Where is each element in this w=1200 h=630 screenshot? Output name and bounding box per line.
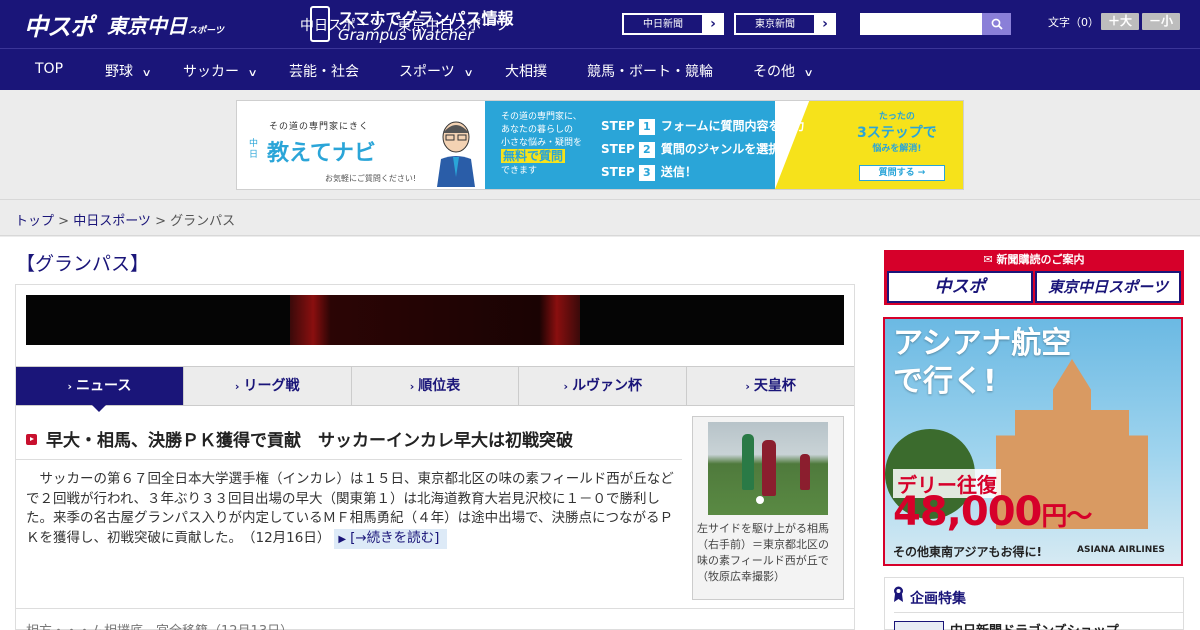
nav-item-baseball[interactable]: 野球 ∨ (105, 61, 152, 81)
grampus-tabs: › ニュース › リーグ戦 › 順位表 › ルヴァン杯 › 天皇杯 (16, 366, 854, 412)
tokyo-shimbun-label: 東京新聞 (735, 14, 815, 34)
subscribe-chuspo-button[interactable]: 中スポ (887, 271, 1033, 303)
ad-ask-button[interactable]: 質問する → (859, 165, 945, 181)
page-title: 【グランパス】 (16, 253, 150, 275)
tab-league[interactable]: › リーグ戦 (184, 367, 352, 405)
main-nav: TOP 野球 ∨ サッカー ∨ 芸能・社会 スポーツ ∨ 大相撲 競馬・ボート・競輪 … (0, 48, 1200, 90)
article-date: （12月16日） (248, 529, 331, 546)
article-body: サッカーの第６７回全日本大学選手権（インカレ）は１５日、東京都北区の味の素フィー… (26, 470, 674, 549)
nav-item-sumo[interactable]: 大相撲 (505, 61, 547, 81)
oshiete-navi-ad-banner[interactable]: その道の専門家にきく 中日 教えてナビ お気軽にご質問ください! その道の専門家… (236, 100, 964, 190)
chevron-right-icon: › (822, 16, 828, 32)
chevron-right-icon: › (234, 380, 240, 393)
breadcrumb-top-link[interactable]: トップ (15, 214, 54, 229)
font-smaller-button[interactable]: －小 (1142, 13, 1180, 30)
site-logo[interactable]: 中スポ 東京中日スポーツ (24, 8, 224, 41)
subscription-title: ✉ 新聞購読のご案内 (983, 253, 1085, 266)
ad-right-copy: たったの 3ステップで 悩みを解消! (857, 112, 937, 154)
ad-note: お気軽にご質問ください! (325, 174, 417, 183)
logo-tokyo-chunichi: 東京中日スポーツ (107, 13, 224, 38)
chunichi-shimbun-link[interactable]: 中日新聞 › (622, 13, 724, 35)
search-button[interactable] (982, 13, 1011, 35)
article-bullet-icon (26, 434, 37, 445)
grampus-watcher-banner[interactable] (26, 295, 844, 345)
search-icon (991, 18, 1003, 30)
tokyo-shimbun-link[interactable]: 東京新聞 › (734, 13, 836, 35)
chevron-down-icon: ∨ (247, 68, 258, 79)
logo-chuspo: 中スポ (24, 12, 94, 41)
chevron-right-icon: › (710, 16, 716, 32)
next-article-title[interactable]: 相方・・・ム相撲底 宮全移籍（12月13日） (26, 620, 293, 630)
breadcrumb: トップ > 中日スポーツ > グランパス (15, 214, 236, 229)
nav-item-top[interactable]: TOP (35, 61, 63, 77)
read-more-link[interactable]: ▶ [→続きを読む] (334, 528, 448, 549)
asiana-airlines-ad[interactable]: アシアナ航空 で行く! デリー往復 48,000円〜 その他東南アジアもお得に! … (883, 317, 1183, 566)
breadcrumb-chunichi-sports-link[interactable]: 中日スポーツ (73, 214, 151, 229)
nav-item-sports[interactable]: スポーツ ∨ (399, 61, 474, 81)
article-photo[interactable] (708, 422, 828, 515)
ad-brand-small: 中日 (249, 139, 259, 160)
watcher-subtitle: Grampus Watcher (338, 26, 474, 44)
nav-item-racing[interactable]: 競馬・ボート・競輪 (587, 61, 713, 81)
chevron-right-icon: › (67, 380, 73, 393)
nav-item-other[interactable]: その他 ∨ (753, 61, 814, 81)
chunichi-shimbun-label: 中日新聞 (623, 14, 703, 34)
font-larger-button[interactable]: ＋大 (1101, 13, 1139, 30)
chevron-down-icon: ∨ (141, 68, 152, 79)
ad-steps: STEP 1 フォームに質問内容を入力 STEP 2 質問のジャンルを選択 STEP 3 送… (601, 119, 805, 181)
advisor-illustration-icon (437, 121, 475, 187)
ad-mid-text: その道の専門家に、 あなたの暮らしの 小さな悩み・疑問を 無料で質問 できます (501, 112, 583, 176)
subscribe-tokyo-chunichi-button[interactable]: 東京中日スポーツ (1035, 271, 1181, 303)
chevron-right-icon: › (563, 380, 569, 393)
tab-levain-cup[interactable]: › ルヴァン杯 (519, 367, 688, 405)
article-title[interactable]: 早大・相馬、決勝ＰＫ獲得で貢献 サッカーインカレ早大は初戦突破 (46, 426, 573, 451)
chevron-down-icon: ∨ (803, 68, 814, 79)
asiana-airline-name: ASIANA AIRLINES (1077, 545, 1165, 555)
photo-caption: 左サイドを駆け上がる相馬（右手前）＝東京都北区の味の素フィールド西が丘で（牧原広… (697, 522, 829, 583)
ribbon-icon (894, 586, 903, 602)
play-arrow-icon: ▶ (338, 533, 347, 545)
tab-emperors-cup[interactable]: › 天皇杯 (687, 367, 854, 405)
smartphone-icon (310, 6, 330, 42)
ad-brand: 教えてナビ (267, 141, 376, 166)
breadcrumb-current: グランパス (170, 214, 236, 229)
tab-news[interactable]: › ニュース (16, 367, 184, 412)
tab-standings[interactable]: › 順位表 (352, 367, 520, 405)
asiana-price: 48,000円〜 (893, 489, 1092, 535)
feature-title: 企画特集 (910, 591, 966, 607)
font-size-label: 文字（0） (1048, 16, 1099, 29)
feature-thumbnail[interactable] (894, 621, 944, 630)
nav-item-soccer[interactable]: サッカー ∨ (183, 61, 258, 81)
chevron-right-icon: › (745, 380, 750, 393)
feature-item-link[interactable]: 中日新聞ドラゴンズショップ (950, 620, 1119, 630)
chevron-right-icon: › (409, 380, 415, 393)
ad-kicker: その道の専門家にきく (269, 122, 370, 132)
asiana-footer: その他東南アジアもお得に! (893, 545, 1042, 559)
nav-item-entertainment[interactable]: 芸能・社会 (289, 61, 359, 81)
chevron-down-icon: ∨ (463, 68, 474, 79)
asiana-headline: アシアナ航空 で行く! (893, 326, 1072, 399)
